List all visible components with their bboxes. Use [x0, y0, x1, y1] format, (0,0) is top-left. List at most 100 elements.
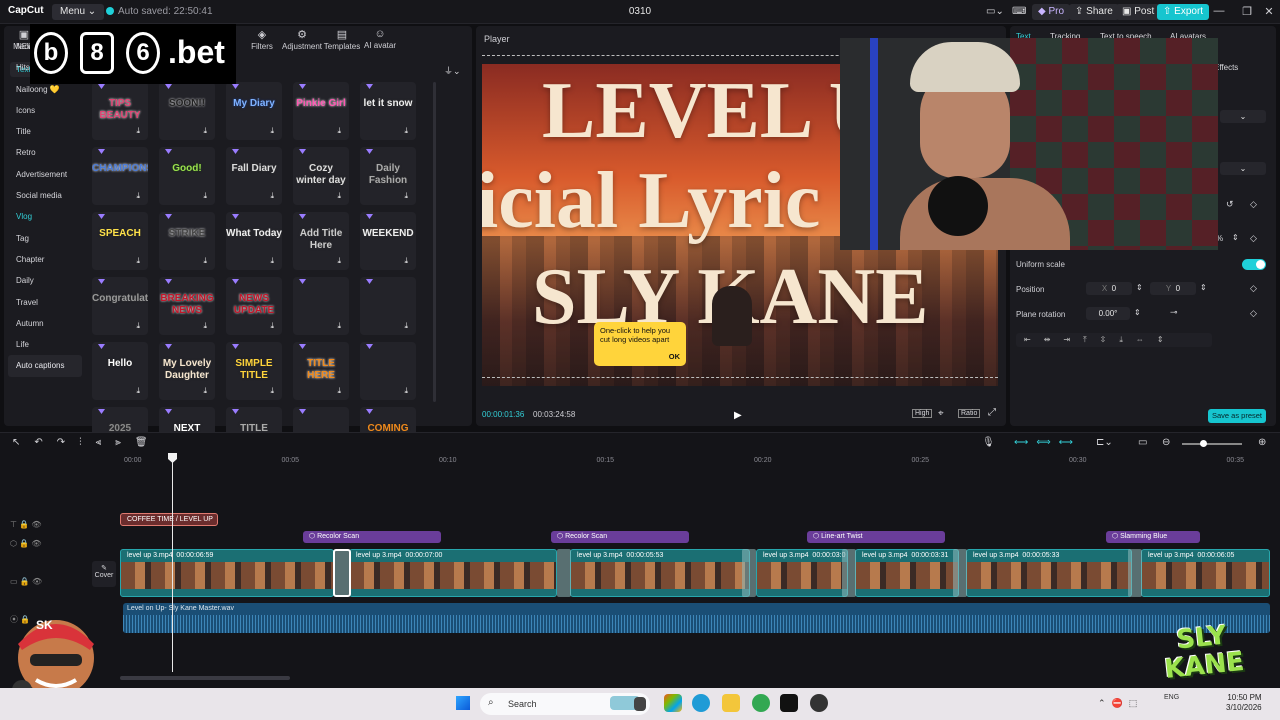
capcut-taskbar-icon[interactable]	[780, 694, 798, 712]
download-icon[interactable]: ⤓	[136, 386, 140, 396]
zoom-out-icon[interactable]: ⊖	[1162, 437, 1170, 448]
download-icon[interactable]: ⤓	[404, 321, 408, 331]
text-clip[interactable]: COFFEE TIME / LEVEL UP	[120, 513, 218, 526]
effect-clip[interactable]: ⬡ Line-art Twist	[807, 531, 945, 543]
preset-dropdown[interactable]: ⌄	[1220, 162, 1266, 175]
windows-start-icon[interactable]	[456, 696, 470, 710]
tab-ai-avatar[interactable]: ☺ AI avatar	[358, 28, 402, 50]
template-tile[interactable]: WEEKEND ⤓	[360, 212, 416, 270]
category-item[interactable]: Retro	[8, 142, 82, 163]
system-clock[interactable]: 10:50 PM 3/10/2026	[1226, 693, 1262, 713]
post-button[interactable]: ▣ Post	[1116, 4, 1161, 20]
filter-icon[interactable]: ⏚⌄	[444, 64, 461, 77]
scale-keyframe-icon[interactable]: ◇	[1250, 233, 1257, 244]
tab-adjustment[interactable]: ⚙ Adjustment	[280, 28, 324, 51]
template-tile[interactable]: ⤓	[360, 277, 416, 335]
reset-icon[interactable]: ↺	[1226, 199, 1234, 210]
category-item[interactable]: Title	[8, 121, 82, 142]
download-icon[interactable]: ⤓	[404, 386, 408, 396]
template-tile[interactable]: Pinkie Girl ⤓	[293, 82, 349, 140]
save-as-preset-button[interactable]: Save as preset	[1208, 409, 1266, 423]
download-icon[interactable]: ⤓	[136, 191, 140, 201]
menu-button[interactable]: Menu ⌄	[52, 4, 105, 20]
download-icon[interactable]: ⤓	[136, 256, 140, 266]
zoom-slider-knob[interactable]	[1200, 440, 1207, 447]
rotation-dial-icon[interactable]: ⊸	[1170, 307, 1178, 318]
category-item[interactable]: Chapter	[8, 249, 82, 270]
template-tile[interactable]: Congratulations ⤓	[92, 277, 148, 335]
transition-marker[interactable]	[742, 549, 756, 597]
download-icon[interactable]: ⤓	[337, 191, 341, 201]
obs-icon[interactable]	[810, 694, 828, 712]
category-item[interactable]: Vlog	[8, 206, 82, 227]
download-icon[interactable]: ⤓	[404, 256, 408, 266]
file-explorer-icon[interactable]	[722, 694, 740, 712]
edge-icon[interactable]	[692, 694, 710, 712]
download-icon[interactable]: ⤓	[270, 386, 274, 396]
template-tile[interactable]: ⤓	[360, 342, 416, 400]
template-tile[interactable]: Good! ⤓	[159, 147, 215, 205]
template-tile[interactable]: SIMPLE TITLE ⤓	[226, 342, 282, 400]
template-tile[interactable]: Fall Diary ⤓	[226, 147, 282, 205]
effect-clip[interactable]: ⬡ Slamming Blue	[1106, 531, 1200, 543]
close-icon[interactable]: ✕	[1262, 5, 1276, 18]
video-clip[interactable]: level up 3.mp4 00:00:03:31	[855, 549, 959, 597]
transition-marker[interactable]	[953, 549, 967, 597]
template-tile[interactable]: STRIKE ⤓	[159, 212, 215, 270]
scale-stepper[interactable]: ⇕	[1232, 233, 1239, 242]
rotation-stepper[interactable]: ⇕	[1134, 308, 1141, 317]
position-keyframe-icon[interactable]: ◇	[1250, 283, 1257, 294]
category-item[interactable]: Tag	[8, 228, 82, 249]
pro-button[interactable]: ◆ Pro	[1032, 4, 1071, 20]
download-icon[interactable]: ⤓	[270, 126, 274, 136]
system-tray[interactable]: ⌃⛔⬚	[1098, 698, 1143, 709]
download-icon[interactable]: ⤓	[136, 126, 140, 136]
position-y-field[interactable]: Y 0	[1150, 282, 1196, 295]
download-icon[interactable]: ⤓	[270, 256, 274, 266]
transition-marker[interactable]	[557, 549, 571, 597]
zoom-in-icon[interactable]: ⊕	[1258, 437, 1266, 448]
mic-icon[interactable]: 🎙	[982, 437, 995, 448]
category-item[interactable]: Life	[8, 334, 82, 355]
download-icon[interactable]: ⤓	[203, 321, 207, 331]
category-item[interactable]: Icons	[8, 100, 82, 121]
download-icon[interactable]: ⤓	[203, 126, 207, 136]
edit-tools[interactable]: ↖↶↷⫶⫷⫸🗑	[12, 437, 162, 448]
template-tile[interactable]: My Diary ⤓	[226, 82, 282, 140]
template-tile[interactable]: My Lovely Daughter ⤓	[159, 342, 215, 400]
play-icon[interactable]: ▶	[734, 410, 742, 421]
effect-clip[interactable]: ⬡ Recolor Scan	[303, 531, 441, 543]
category-item[interactable]: Social media	[8, 185, 82, 206]
download-icon[interactable]: ⤓	[337, 321, 341, 331]
ratio-button[interactable]: Ratio	[958, 409, 981, 418]
layout-icon[interactable]: ▭⌄	[986, 6, 1004, 17]
template-tile[interactable]: Hello ⤓	[92, 342, 148, 400]
snap-tools[interactable]: ⟷⟺⟷	[1014, 437, 1081, 448]
download-icon[interactable]: ⤓	[337, 386, 341, 396]
download-icon[interactable]: ⤓	[203, 191, 207, 201]
template-tile[interactable]: BREAKING NEWS ⤓	[159, 277, 215, 335]
pos-x-stepper[interactable]: ⇕	[1136, 283, 1143, 292]
zoom-slider[interactable]	[1182, 443, 1242, 445]
selected-clip-marker[interactable]	[333, 549, 351, 597]
crop-icon[interactable]: ⌖	[938, 408, 944, 419]
fullscreen-icon[interactable]: ⤢	[988, 407, 996, 418]
app-icon-green[interactable]	[752, 694, 770, 712]
timeline-scrollbar[interactable]	[120, 676, 290, 680]
download-icon[interactable]: ⤓	[337, 126, 341, 136]
playhead[interactable]	[172, 458, 173, 672]
template-tile[interactable]: Cozy winter day ⤓	[293, 147, 349, 205]
rotation-keyframe-icon[interactable]: ◇	[1250, 308, 1257, 319]
template-tile[interactable]: What Today ⤓	[226, 212, 282, 270]
video-clip[interactable]: level up 3.mp4 00:00:06:59	[120, 549, 334, 597]
caption-icon[interactable]: ▭	[1138, 437, 1147, 448]
template-tile[interactable]: CHAMPIONS ⤓	[92, 147, 148, 205]
template-tile[interactable]: SPEACH ⤓	[92, 212, 148, 270]
template-tile[interactable]: TITLE HERE ⤓	[293, 342, 349, 400]
preview-axis-icon[interactable]: ⊏⌄	[1096, 437, 1113, 448]
category-item[interactable]: Advertisement	[8, 164, 82, 185]
category-item[interactable]: Autumn	[8, 313, 82, 334]
template-tile[interactable]: Add Title Here ⤓	[293, 212, 349, 270]
video-clip[interactable]: level up 3.mp4 00:00:06:05	[1141, 549, 1270, 597]
tab-filters[interactable]: ◈ Filters	[242, 28, 282, 51]
